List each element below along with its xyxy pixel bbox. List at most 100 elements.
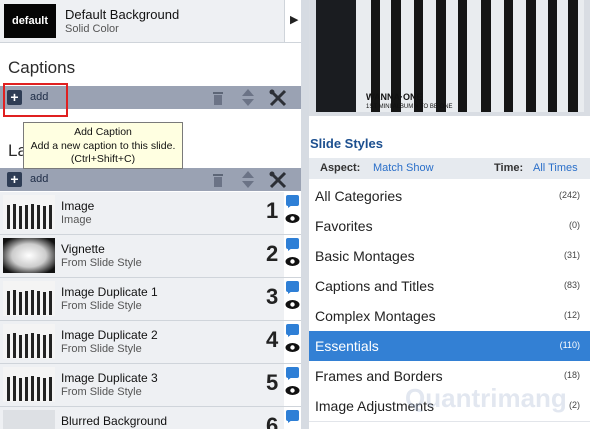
eye-icon[interactable] (285, 254, 300, 269)
layer-name: Image Duplicate 2 (61, 328, 158, 342)
category-item-selected[interactable]: Essentials (110) (309, 331, 590, 362)
category-count: (2) (569, 400, 580, 410)
layer-number: 6 (266, 413, 279, 429)
category-label: Essentials (315, 338, 379, 354)
background-title: Default Background (65, 7, 180, 22)
layer-number: 5 (266, 370, 279, 395)
category-item[interactable]: Favorites (0) (309, 211, 590, 242)
category-item[interactable]: Captions and Titles (83) (309, 271, 590, 302)
category-count: (0) (569, 220, 580, 230)
category-label: Frames and Borders (315, 368, 443, 384)
layer-row[interactable]: Image Image 1 (0, 192, 284, 235)
caption-icon[interactable] (286, 367, 299, 380)
layer-thumbnail (3, 238, 55, 273)
filter-bar: Aspect: Match Show Time: All Times (309, 158, 590, 179)
layer-name: Blurred Background (61, 414, 168, 428)
layers-toolbar: + add (0, 168, 301, 191)
preview-caption-line1: WANNA·ONE (366, 92, 423, 102)
background-expand-button[interactable]: ▶ (284, 0, 301, 42)
layer-controls (284, 192, 301, 235)
layer-controls (284, 278, 301, 321)
layer-row[interactable]: Image Duplicate 3 From Slide Style 5 (0, 364, 284, 407)
category-item[interactable]: Complex Montages (12) (309, 301, 590, 332)
category-count: (110) (559, 340, 580, 350)
category-item[interactable]: Basic Montages (31) (309, 241, 590, 272)
layer-thumbnail (3, 324, 55, 359)
tools-icon[interactable] (268, 170, 288, 190)
tooltip-description: Add a new caption to this slide. (30, 139, 176, 152)
layer-row[interactable]: Image Duplicate 1 From Slide Style 3 (0, 278, 284, 321)
move-up-down-icon[interactable] (241, 170, 255, 189)
slide-styles-title: Slide Styles (310, 136, 383, 151)
aspect-label: Aspect: (320, 162, 361, 174)
layer-controls (284, 407, 301, 429)
category-count: (242) (558, 190, 580, 200)
category-count: (18) (563, 370, 580, 380)
trash-icon[interactable] (210, 172, 226, 188)
background-row[interactable]: default Default Background Solid Color ▶ (0, 0, 301, 43)
add-highlight-box (3, 83, 68, 117)
tools-icon[interactable] (268, 88, 288, 108)
caption-icon[interactable] (286, 195, 299, 208)
layer-number: 1 (266, 198, 279, 223)
chevron-right-icon: ▶ (290, 14, 299, 26)
layer-row[interactable]: Blurred Background 6 (0, 407, 284, 429)
caption-icon[interactable] (286, 238, 299, 251)
preview-image: WANNA·ONE 1ST MINI ALBUM × TO BE ONE (316, 0, 584, 112)
slide-preview: WANNA·ONE 1ST MINI ALBUM × TO BE ONE (309, 0, 590, 116)
captions-title: Captions (8, 58, 76, 77)
layer-number: 2 (266, 241, 279, 266)
layer-name: Image (61, 199, 95, 213)
slide-options-panel: default Default Background Solid Color ▶… (0, 0, 301, 429)
tooltip-title: Add Caption (74, 126, 132, 138)
category-label: Captions and Titles (315, 278, 435, 294)
eye-icon[interactable] (285, 211, 300, 226)
layer-thumbnail (3, 367, 55, 402)
layer-thumbnail (3, 410, 55, 429)
caption-icon[interactable] (286, 324, 299, 337)
add-layer-button[interactable]: add (30, 173, 48, 185)
category-label: All Categories (315, 188, 403, 204)
background-thumbnail: default (4, 4, 56, 38)
layer-source: From Slide Style (61, 300, 142, 312)
watermark: Quantrimang (405, 383, 567, 413)
add-caption-tooltip: Add Caption Add a new caption to this sl… (23, 122, 183, 169)
caption-icon[interactable] (286, 281, 299, 294)
add-layer-icon[interactable]: + (7, 172, 22, 187)
category-count: (31) (563, 250, 580, 260)
move-up-down-icon[interactable] (241, 88, 255, 107)
time-dropdown[interactable]: All Times (533, 162, 578, 174)
layer-row[interactable]: Vignette From Slide Style 2 (0, 235, 284, 278)
layer-thumbnail (3, 195, 55, 230)
panel-divider[interactable] (301, 0, 309, 429)
eye-icon[interactable] (285, 383, 300, 398)
layer-source: From Slide Style (61, 343, 142, 355)
tooltip-shortcut: (Ctrl+Shift+C) (70, 153, 136, 165)
layer-thumbnail (3, 281, 55, 316)
layer-number: 3 (266, 284, 279, 309)
aspect-dropdown[interactable]: Match Show (373, 162, 434, 174)
layer-source: From Slide Style (61, 386, 142, 398)
layer-source: Image (61, 214, 92, 226)
layer-controls (284, 321, 301, 364)
eye-icon[interactable] (285, 297, 300, 312)
category-label: Favorites (315, 218, 373, 234)
layer-controls (284, 235, 301, 278)
layer-name: Image Duplicate 3 (61, 371, 158, 385)
trash-icon[interactable] (210, 90, 226, 106)
eye-icon[interactable] (285, 340, 300, 355)
category-label: Basic Montages (315, 248, 415, 264)
time-label: Time: (494, 162, 524, 174)
layer-controls (284, 364, 301, 407)
caption-icon[interactable] (286, 410, 299, 423)
layer-name: Image Duplicate 1 (61, 285, 158, 299)
category-item[interactable]: All Categories (242) (309, 181, 590, 212)
layer-number: 4 (266, 327, 279, 352)
background-subtitle: Solid Color (65, 23, 119, 35)
category-label: Complex Montages (315, 308, 436, 324)
preview-caption-line2: 1ST MINI ALBUM × TO BE ONE (366, 104, 453, 110)
layer-row[interactable]: Image Duplicate 2 From Slide Style 4 (0, 321, 284, 364)
category-count: (83) (563, 280, 580, 290)
category-count: (12) (563, 310, 580, 320)
layer-name: Vignette (61, 242, 105, 256)
